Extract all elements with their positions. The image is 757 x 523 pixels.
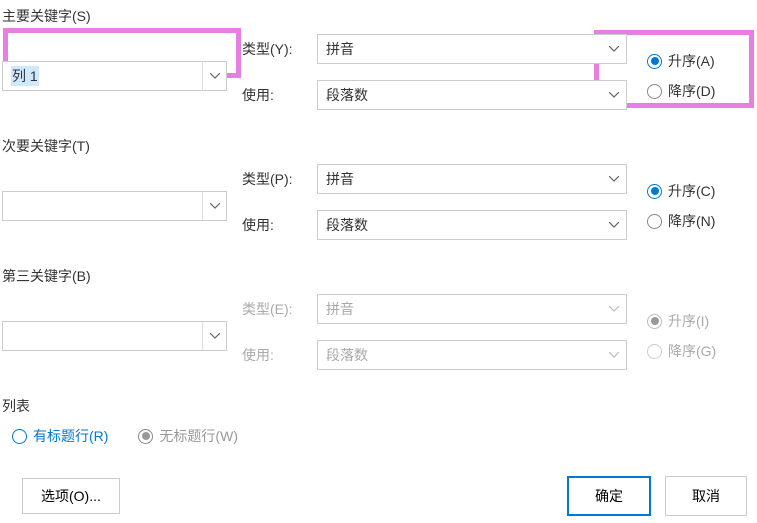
secondary-asc-radio[interactable]: 升序(C) [647, 181, 715, 201]
list-header: 列表 [2, 396, 755, 416]
tertiary-desc-radio: 降序(G) [647, 341, 716, 361]
tertiary-key-header: 第三关键字(B) [2, 266, 755, 286]
tertiary-type-label: 类型(E): [242, 299, 317, 319]
secondary-key-select[interactable] [2, 191, 227, 221]
primary-desc-radio[interactable]: 降序(D) [647, 81, 715, 101]
chevron-down-icon[interactable] [602, 81, 626, 109]
primary-type-value: 拼音 [326, 39, 354, 59]
radio-icon [12, 429, 27, 444]
secondary-key-header: 次要关键字(T) [2, 136, 755, 156]
secondary-type-value: 拼音 [326, 169, 354, 189]
radio-icon [138, 429, 153, 444]
chevron-down-icon [602, 341, 626, 369]
radio-icon [647, 84, 662, 99]
tertiary-using-select: 段落数 [317, 340, 627, 370]
tertiary-using-value: 段落数 [326, 345, 368, 365]
tertiary-type-value: 拼音 [326, 299, 354, 319]
radio-icon [647, 214, 662, 229]
primary-using-select[interactable]: 段落数 [317, 80, 627, 110]
primary-key-header: 主要关键字(S) [2, 6, 755, 26]
primary-using-label: 使用: [242, 85, 317, 105]
chevron-down-icon[interactable] [202, 322, 226, 350]
primary-key-value: 列 1 [11, 66, 39, 86]
chevron-down-icon[interactable] [602, 211, 626, 239]
tertiary-asc-radio: 升序(I) [647, 311, 716, 331]
chevron-down-icon[interactable] [202, 192, 226, 220]
secondary-using-label: 使用: [242, 215, 317, 235]
radio-icon [647, 344, 662, 359]
tertiary-using-label: 使用: [242, 345, 317, 365]
ok-button[interactable]: 确定 [567, 476, 651, 516]
radio-icon [647, 314, 662, 329]
secondary-using-value: 段落数 [326, 215, 368, 235]
primary-using-value: 段落数 [326, 85, 368, 105]
chevron-down-icon[interactable] [202, 62, 226, 90]
secondary-type-select[interactable]: 拼音 [317, 164, 627, 194]
primary-asc-radio[interactable]: 升序(A) [647, 51, 715, 71]
secondary-type-label: 类型(P): [242, 169, 317, 189]
radio-icon [647, 54, 662, 69]
primary-key-select[interactable]: 列 1 [2, 61, 227, 91]
chevron-down-icon[interactable] [602, 165, 626, 193]
tertiary-key-select[interactable] [2, 321, 227, 351]
secondary-desc-radio[interactable]: 降序(N) [647, 211, 715, 231]
has-header-radio[interactable]: 有标题行(R) [12, 426, 108, 446]
cancel-button[interactable]: 取消 [665, 476, 747, 516]
primary-type-label: 类型(Y): [242, 39, 317, 59]
chevron-down-icon[interactable] [602, 35, 626, 63]
radio-icon [647, 184, 662, 199]
chevron-down-icon [602, 295, 626, 323]
secondary-using-select[interactable]: 段落数 [317, 210, 627, 240]
no-header-radio[interactable]: 无标题行(W) [138, 426, 238, 446]
tertiary-type-select: 拼音 [317, 294, 627, 324]
options-button[interactable]: 选项(O)... [22, 478, 120, 514]
primary-type-select[interactable]: 拼音 [317, 34, 627, 64]
